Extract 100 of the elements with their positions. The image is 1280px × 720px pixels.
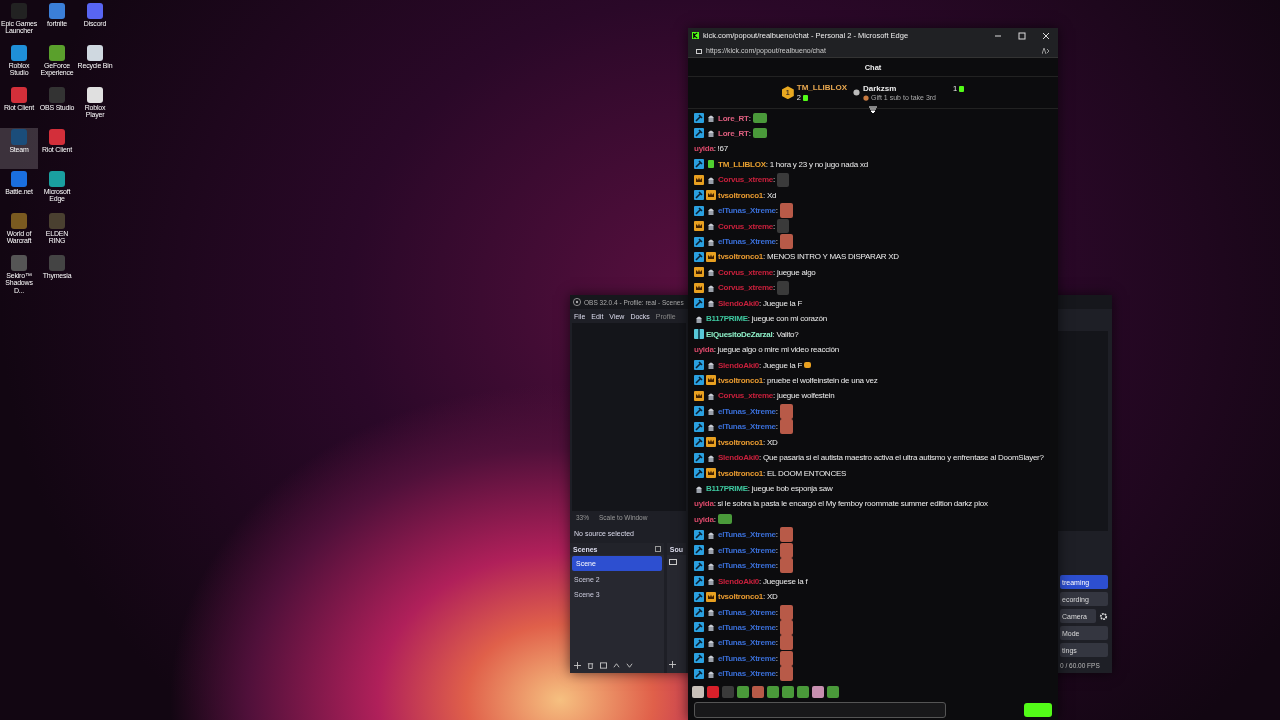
chat-message: uyida: juegue algo o mire mi video reacción [694,345,839,355]
moderator-badge-icon [694,205,704,216]
emote-image [752,113,767,124]
app-icon [87,45,103,61]
moderator-badge-icon [694,668,704,679]
crown-badge-icon [706,437,716,448]
emote-image [779,542,793,558]
sub-badge-icon [706,159,716,170]
move-up-icon[interactable] [613,661,620,669]
chat-message: Lore_RT: [718,129,751,138]
chat-message: Lore_RT: [718,113,751,123]
crown-badge-icon [706,468,716,479]
chat-message: Corvus_xtreme: [718,221,775,231]
app-icon [11,87,27,103]
emote-image [777,280,789,295]
crown-badge-icon [706,591,716,602]
chat-message: tvsoltronco1: XD [718,592,778,602]
crown-badge-icon [706,375,716,386]
collapse-icon[interactable] [869,106,877,114]
chat-message: Corvus_xtreme: juegue algo [718,267,816,277]
app-icon [49,45,65,61]
cupcake-badge-icon [706,267,716,278]
emote-image [779,419,793,435]
moderator-badge-icon [694,113,704,124]
chat-message: elTunas_Xtreme: [718,237,778,247]
crown-badge-icon [706,252,716,262]
moderator-badge-icon [694,468,704,479]
emote-image[interactable] [692,686,704,699]
page-info-icon[interactable] [696,47,702,54]
cupcake-badge-icon [706,622,716,633]
read-aloud-icon[interactable] [1042,47,1050,54]
chat-message: elTunas_Xtreme: [718,669,778,679]
moderator-badge-icon [694,576,704,587]
app-icon [49,213,65,229]
app-icon [49,87,65,103]
app-icon [11,129,27,145]
moderator-badge-icon [694,653,704,664]
emote-image [779,403,793,419]
maximize-icon[interactable] [1018,31,1026,40]
emote-image [717,514,732,525]
emote-image[interactable] [797,686,809,699]
moderator-badge-icon [694,437,704,448]
app-icon [87,3,103,19]
cupcake-badge-icon [706,545,716,556]
crown-badge-icon [706,190,716,201]
crown-badge-icon [694,267,704,278]
emote-image[interactable] [737,686,749,699]
leaderboard-user[interactable]: Darkzsm [863,84,936,94]
add-icon[interactable] [574,661,581,669]
chat-message: Corvus_xtreme: juegue wolfestein [718,391,835,401]
cupcake-badge-icon [706,113,716,124]
chat-message: elTunas_Xtreme: [718,561,778,571]
leaderboard-user[interactable]: TM_LLIBLOX [796,83,848,93]
trash-icon[interactable] [587,661,594,669]
chat-message: uyida: [694,514,716,524]
monitor-icon [668,559,677,566]
chat-message: elTunas_Xtreme: [718,406,778,416]
app-icon [11,213,27,229]
emote-image[interactable] [812,686,824,699]
moderator-badge-icon [694,560,704,571]
add-icon[interactable] [668,661,676,668]
moderator-badge-icon [694,452,704,463]
chat-message: tvsoltronco1: XD [718,437,778,447]
chat-message: elTunas_Xtreme: [718,206,778,216]
emote-image[interactable] [782,686,794,699]
undock-icon[interactable] [654,546,661,552]
emote-image [752,128,767,139]
moderator-badge-icon [694,637,704,648]
message-input[interactable] [694,702,946,718]
cupcake-badge-icon [706,576,716,587]
filter-icon[interactable] [600,661,607,669]
app-icon [11,255,27,271]
moderator-badge-icon [694,375,704,386]
close-icon[interactable] [1042,31,1050,40]
app-icon [49,3,65,19]
emote-image [777,172,789,187]
obs-logo-icon [573,298,581,306]
chat-message: SlendoAki0: Que pasaria si el autista maestro activa el ultra autismo y enfrentase al DoomSlayer? [718,453,1044,463]
emote-image [779,234,793,250]
app-icon [11,45,27,61]
emote-image[interactable] [767,686,779,699]
chat-message: elTunas_Xtreme: [718,607,778,617]
moderator-badge-icon [694,406,704,417]
moderator-badge-icon [694,190,704,201]
chat-message: elTunas_Xtreme: [718,530,778,540]
cupcake-badge-icon [706,298,716,309]
chat-message: ElQuesitoDeZarzal: Valito? [706,329,799,339]
emote-image [777,219,789,234]
emote-image [779,203,793,219]
chat-message: elTunas_Xtreme: [718,422,778,432]
settings-icon[interactable] [1099,611,1108,621]
moderator-badge-icon [694,545,704,556]
app-icon [87,87,103,103]
emote-image[interactable] [827,686,839,699]
chat-message: elTunas_Xtreme: [718,623,778,632]
chat-message: tvsoltronco1: MENOS INTRO Y MAS DISPARAR XD [718,252,899,262]
emote-image [779,650,793,666]
sub-gift-icon [959,85,965,92]
move-down-icon[interactable] [626,661,633,669]
chat-message: B117PRIME: juegue bob esponja saw [706,484,833,494]
